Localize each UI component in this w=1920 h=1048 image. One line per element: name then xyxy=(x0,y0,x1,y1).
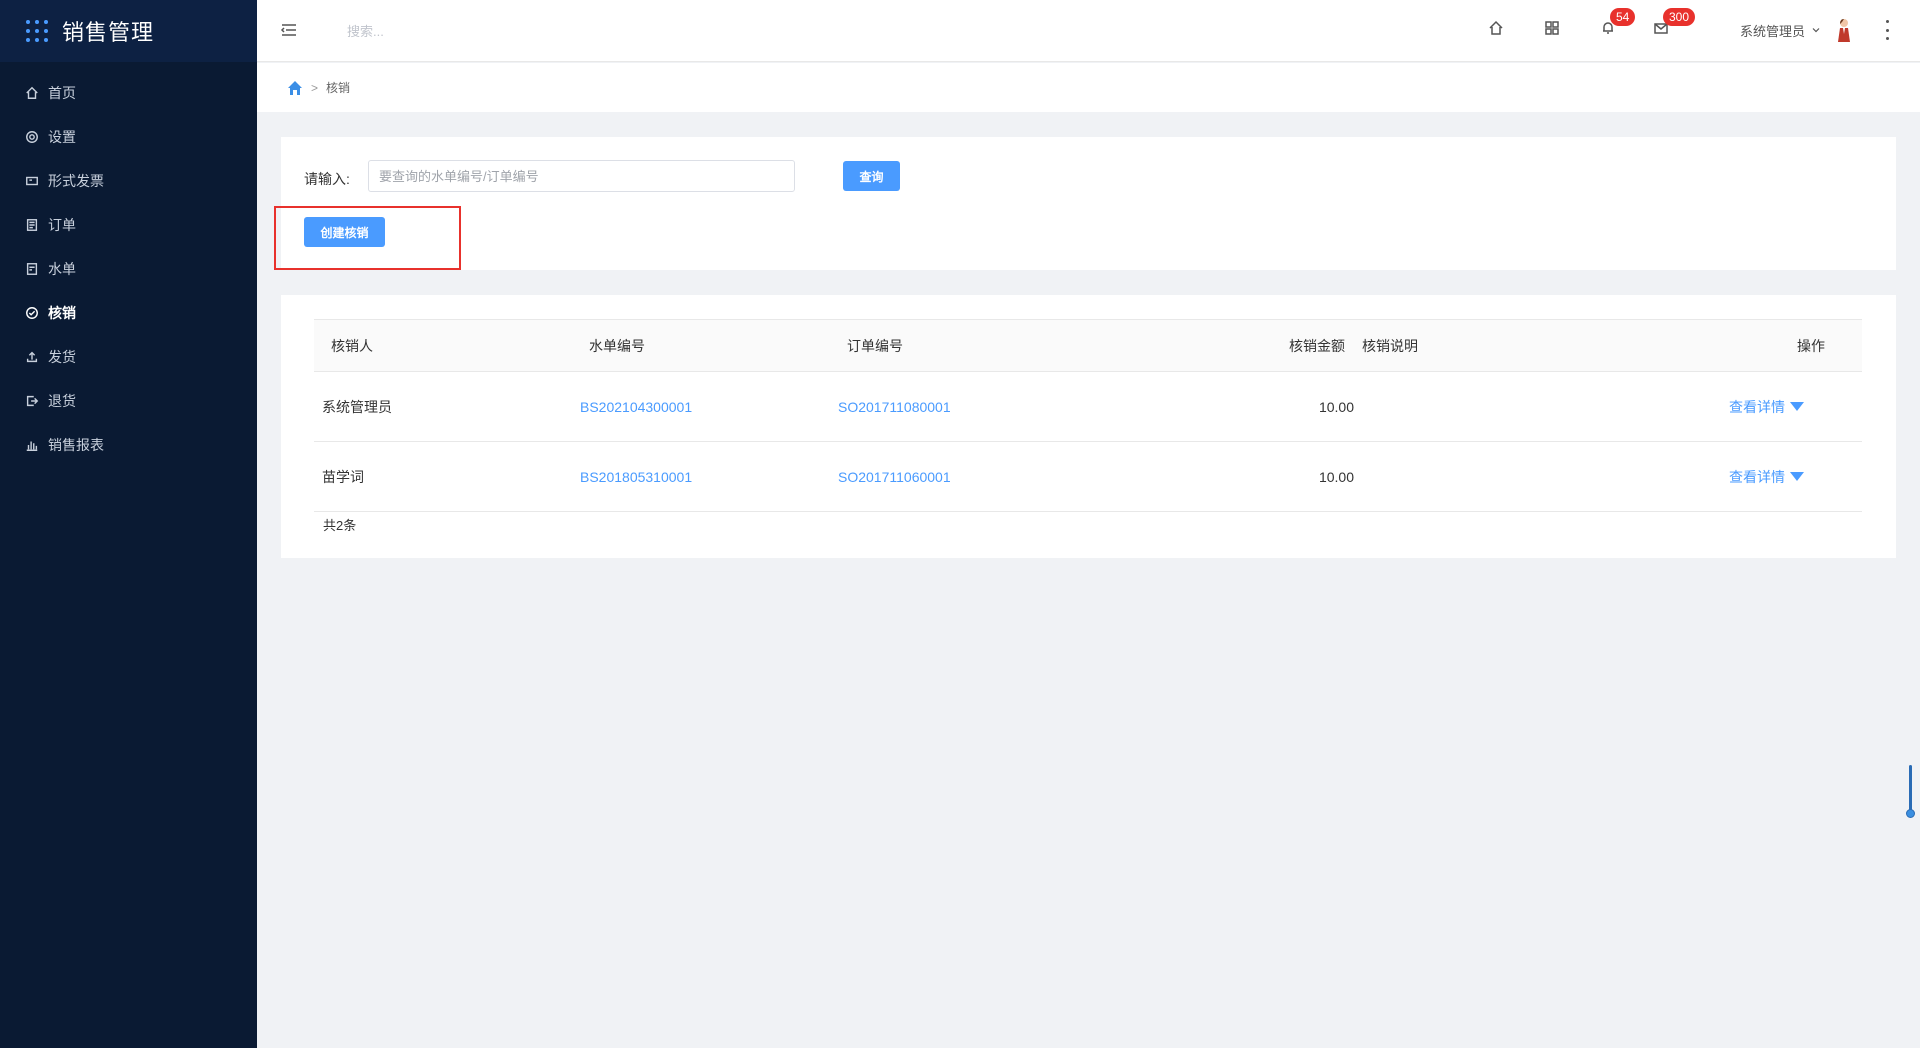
receipt-icon xyxy=(24,261,40,277)
view-details-label: 查看详情 xyxy=(1729,468,1785,485)
gear-icon xyxy=(24,129,40,145)
view-details-dropdown[interactable]: 查看详情 xyxy=(1729,397,1804,417)
order-number-link[interactable]: SO201711080001 xyxy=(838,372,951,441)
sidebar-menu: 首页 设置 形式发票 订单 水单 核销 发货 退货 销售报表 xyxy=(0,62,257,467)
sidebar-item-label: 水单 xyxy=(48,261,76,277)
more-vertical-icon[interactable] xyxy=(1884,20,1890,40)
sidebar: 销售管理 首页 设置 形式发票 订单 水单 核销 发货 退货 销售报表 xyxy=(0,0,257,1048)
sidebar-item-shipping[interactable]: 发货 xyxy=(0,335,257,379)
sidebar-item-label: 退货 xyxy=(48,393,76,409)
query-button[interactable]: 查询 xyxy=(843,161,900,191)
filter-label: 请输入: xyxy=(304,171,350,187)
sidebar-item-home[interactable]: 首页 xyxy=(0,71,257,115)
sidebar-item-label: 订单 xyxy=(48,217,76,233)
order-number-link[interactable]: SO201711060001 xyxy=(838,442,951,511)
writeoff-table: 核销人 水单编号 订单编号 核销金额 核销说明 操作 系统管理员 BS20210… xyxy=(314,319,1862,512)
table-panel: 核销人 水单编号 订单编号 核销金额 核销说明 操作 系统管理员 BS20210… xyxy=(281,295,1896,558)
brand[interactable]: 销售管理 xyxy=(0,0,257,62)
app-grid-icon xyxy=(26,20,48,42)
scroll-slider[interactable] xyxy=(1906,765,1915,820)
mail-icon[interactable]: 300 xyxy=(1653,8,1696,38)
sidebar-item-settings[interactable]: 设置 xyxy=(0,115,257,159)
order-icon xyxy=(24,217,40,233)
column-header-amount: 核销金额 xyxy=(1289,337,1345,354)
upload-icon xyxy=(24,349,40,365)
column-header-receipt-no: 水单编号 xyxy=(589,337,645,354)
table-header: 核销人 水单编号 订单编号 核销金额 核销说明 操作 xyxy=(314,319,1862,372)
bar-chart-icon xyxy=(24,437,40,453)
cell-amount: 10.00 xyxy=(1318,398,1354,415)
breadcrumb-current: 核销 xyxy=(326,81,351,95)
sidebar-item-label: 形式发票 xyxy=(48,173,104,189)
table-row: 苗学词 BS201805310001 SO201711060001 10.00 … xyxy=(314,442,1862,512)
sidebar-item-invoice[interactable]: 形式发票 xyxy=(0,159,257,203)
action-cell: 查看详情 xyxy=(1542,372,1804,441)
chevron-down-icon xyxy=(1812,28,1820,33)
sidebar-item-receipts[interactable]: 水单 xyxy=(0,247,257,291)
apps-grid-icon[interactable] xyxy=(1544,20,1562,38)
column-header-action: 操作 xyxy=(1797,337,1825,354)
column-header-person: 核销人 xyxy=(331,337,373,354)
cell-amount: 10.00 xyxy=(1318,468,1354,485)
sidebar-item-label: 销售报表 xyxy=(48,437,104,453)
create-writeoff-button[interactable]: 创建核销 xyxy=(304,217,385,247)
sidebar-item-orders[interactable]: 订单 xyxy=(0,203,257,247)
search-input[interactable] xyxy=(368,160,795,192)
sidebar-item-label: 首页 xyxy=(48,85,76,101)
sidebar-item-label: 发货 xyxy=(48,349,76,365)
pagination-total: 共2条 xyxy=(323,518,357,533)
action-cell: 查看详情 xyxy=(1542,442,1804,511)
table-row: 系统管理员 BS202104300001 SO201711080001 10.0… xyxy=(314,372,1862,442)
cell-person: 系统管理员 xyxy=(322,398,392,415)
check-circle-icon xyxy=(24,305,40,321)
breadcrumb-home-icon[interactable] xyxy=(287,80,303,96)
header-search-input[interactable] xyxy=(347,20,567,42)
cell-person: 苗学词 xyxy=(322,468,364,485)
caret-down-icon xyxy=(1790,472,1804,481)
sidebar-item-writeoff[interactable]: 核销 xyxy=(0,291,257,335)
slider-handle[interactable] xyxy=(1906,809,1915,818)
user-name: 系统管理员 xyxy=(1740,23,1806,39)
sidebar-item-reports[interactable]: 销售报表 xyxy=(0,423,257,467)
sidebar-item-label: 核销 xyxy=(48,305,76,321)
bell-icon[interactable]: 54 xyxy=(1600,8,1636,38)
invoice-icon xyxy=(24,173,40,189)
user-menu[interactable]: 系统管理员 xyxy=(1740,18,1821,42)
column-header-order-no: 订单编号 xyxy=(847,337,903,354)
app-title: 销售管理 xyxy=(62,21,155,46)
receipt-number-link[interactable]: BS201805310001 xyxy=(580,442,692,511)
return-icon xyxy=(24,393,40,409)
menu-toggle-icon[interactable] xyxy=(279,20,299,40)
home-icon xyxy=(24,85,40,101)
top-header: 54 300 系统管理员 xyxy=(257,0,1920,62)
slider-bar xyxy=(1909,765,1912,815)
caret-down-icon xyxy=(1790,402,1804,411)
receipt-number-link[interactable]: BS202104300001 xyxy=(580,372,692,441)
home-icon[interactable] xyxy=(1488,20,1506,38)
avatar[interactable] xyxy=(1834,18,1854,42)
filter-panel: 请输入: 查询 创建核销 xyxy=(281,137,1896,270)
breadcrumb-separator: > xyxy=(311,80,319,95)
sidebar-item-label: 设置 xyxy=(48,129,76,145)
breadcrumb: > 核销 xyxy=(257,63,1920,112)
column-header-note: 核销说明 xyxy=(1362,337,1418,354)
view-details-label: 查看详情 xyxy=(1729,398,1785,415)
message-badge: 300 xyxy=(1663,8,1696,26)
view-details-dropdown[interactable]: 查看详情 xyxy=(1729,467,1804,487)
notification-badge: 54 xyxy=(1610,8,1636,26)
sidebar-item-returns[interactable]: 退货 xyxy=(0,379,257,423)
